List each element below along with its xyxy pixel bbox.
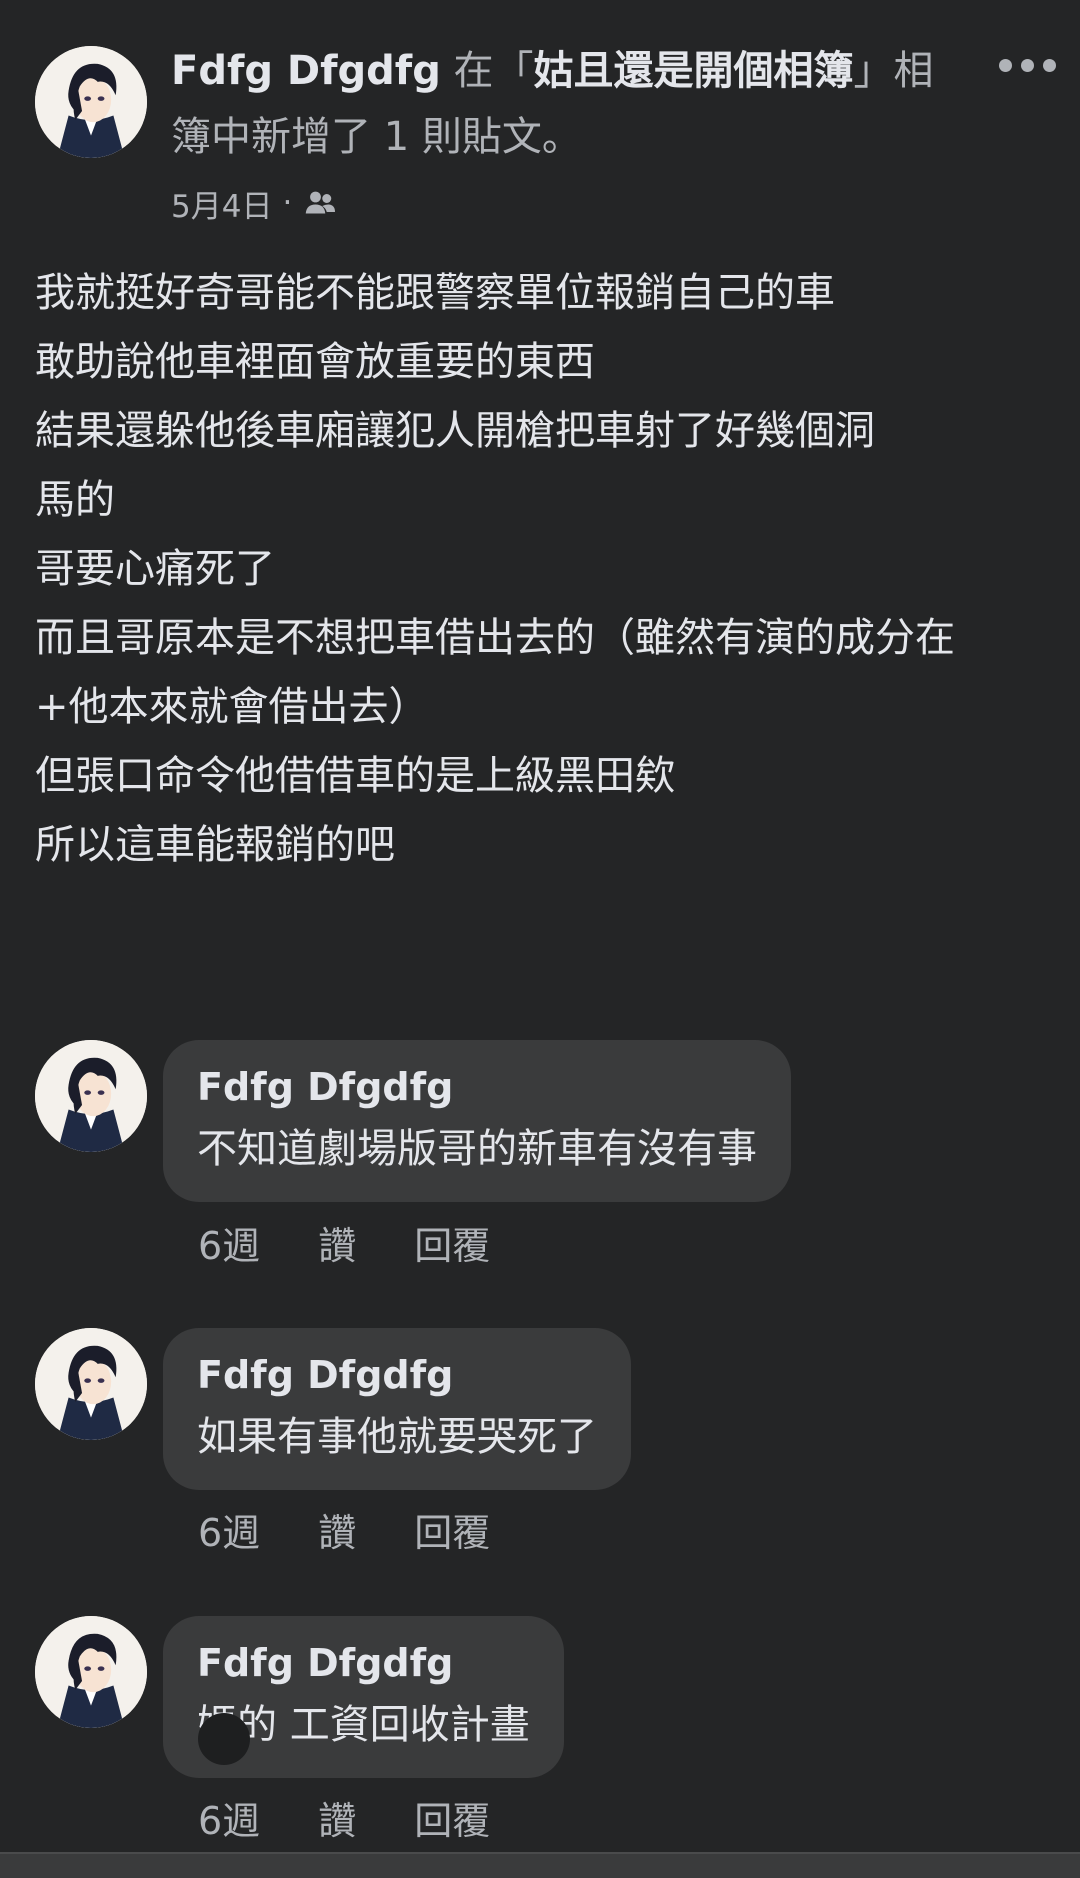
post-body-line: 馬的 [35,477,115,523]
reply-button[interactable]: 回覆 [414,1796,490,1846]
comment-avatar[interactable] [35,1040,147,1152]
comment-avatar[interactable] [35,1328,147,1440]
comment-time[interactable]: 6週 [198,1508,260,1558]
reply-button[interactable]: 回覆 [414,1508,490,1558]
post-body-line: 哥要心痛死了 [35,546,275,592]
screen-smudge [198,1713,250,1765]
like-button[interactable]: 讚 [318,1796,356,1846]
like-button[interactable]: 讚 [318,1508,356,1558]
meta-separator: · [282,185,293,221]
comment-actions: 6週 讚 回覆 [198,1796,548,1846]
post-author-name[interactable]: Fdfg Dfgdfg [171,48,441,94]
avatar-image [35,1616,147,1728]
comment-text: 如果有事他就要哭死了 [197,1414,597,1460]
more-dot [1020,58,1034,72]
comment-composer-bar[interactable] [0,1852,1080,1878]
post-body-line: 結果還躲他後車廂讓犯人開槍把車射了好幾個洞 [35,408,875,454]
reply-button[interactable]: 回覆 [414,1221,490,1271]
post-body-line: 敢助說他車裡面會放重要的東西 [35,339,595,385]
post-date[interactable]: 5月4日 [171,181,272,226]
comment-text: 不知道劇場版哥的新車有沒有事 [197,1126,757,1172]
comment-actions: 6週 讚 回覆 [198,1508,548,1558]
more-options-button[interactable] [992,40,1062,90]
more-dot [1042,58,1056,72]
comment-author[interactable]: Fdfg Dfgdfg [197,1634,530,1692]
comment-bubble[interactable]: Fdfg Dfgdfg 如果有事他就要哭死了 [163,1328,631,1490]
post-meta: 5月4日 · [171,178,338,228]
post-body-line: 所以這車能報銷的吧 [35,822,395,868]
comment-avatar[interactable] [35,1616,147,1728]
post-body-line: 我就挺好奇哥能不能跟警察單位報銷自己的車 [35,270,835,316]
post-action-prefix: 在「 [440,48,534,94]
post-header: Fdfg Dfgdfg 在「姑且還是開個相簿」相簿中新增了 1 則貼文。 [171,38,961,170]
more-horizontal-icon [998,58,1012,72]
post-body-line: 而且哥原本是不想把車借出去的（雖然有演的成分在 [35,615,955,661]
avatar-image [35,1040,147,1152]
avatar-image [35,1328,147,1440]
comment-bubble[interactable]: Fdfg Dfgdfg 不知道劇場版哥的新車有沒有事 [163,1040,791,1202]
post-body-line: +他本來就會借出去） [35,684,429,730]
comment-author[interactable]: Fdfg Dfgdfg [197,1346,597,1404]
comment-actions: 6週 讚 回覆 [198,1221,548,1271]
comment-time[interactable]: 6週 [198,1796,260,1846]
post-body-line: 但張口命令他借借車的是上級黑田欸 [35,753,675,799]
post-body: 我就挺好奇哥能不能跟警察單位報銷自己的車 敢助說他車裡面會放重要的東西 結果還躲… [35,259,1055,880]
album-link[interactable]: 姑且還是開個相簿 [534,48,854,94]
comment-time[interactable]: 6週 [198,1221,260,1271]
avatar-image [35,46,147,158]
friends-icon[interactable] [302,185,338,221]
comment-author[interactable]: Fdfg Dfgdfg [197,1058,757,1116]
like-button[interactable]: 讚 [318,1221,356,1271]
post-author-avatar[interactable] [35,46,147,158]
